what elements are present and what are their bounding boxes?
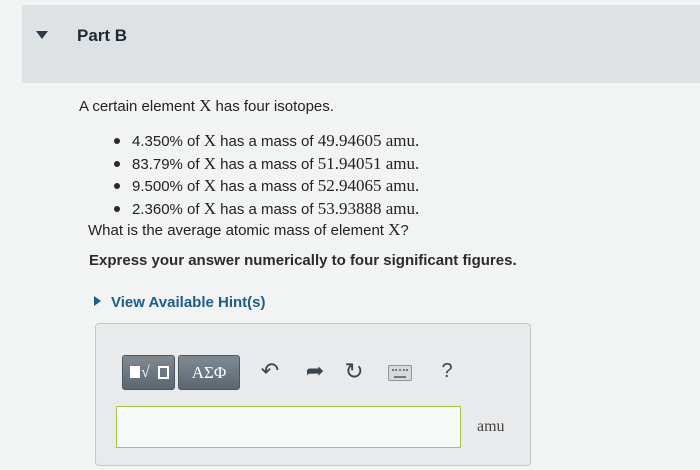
answer-instruction: Express your answer numerically to four … bbox=[89, 252, 517, 269]
list-item: 83.79% of X has a mass of 51.94051 amu. bbox=[114, 154, 419, 177]
view-hints-link[interactable]: View Available Hint(s) bbox=[94, 294, 266, 311]
collapse-triangle-icon[interactable] bbox=[36, 31, 48, 39]
expand-arrow-icon bbox=[94, 296, 101, 306]
answer-panel: √ ΑΣΦ ↶ ➦ ↻ ? amu bbox=[95, 323, 531, 466]
sqrt-icon: √ bbox=[141, 364, 150, 381]
list-item: 9.500% of X has a mass of 52.94065 amu. bbox=[114, 176, 419, 199]
reset-icon[interactable]: ↻ bbox=[340, 357, 368, 385]
part-title: Part B bbox=[77, 26, 128, 45]
bullet-icon bbox=[114, 160, 120, 167]
template-box-icon bbox=[130, 366, 140, 378]
bullet-icon bbox=[114, 138, 120, 144]
bullet-icon bbox=[114, 183, 120, 189]
undo-icon[interactable]: ↶ bbox=[256, 357, 284, 385]
answer-input[interactable] bbox=[116, 406, 461, 448]
list-item: 4.350% of X has a mass of 49.94605 amu. bbox=[114, 131, 419, 154]
problem-intro: A certain element X has four isotopes. bbox=[79, 96, 334, 115]
unit-label: amu bbox=[477, 418, 505, 435]
redo-icon[interactable]: ➦ bbox=[301, 357, 329, 385]
isotope-list: 4.350% of X has a mass of 49.94605 amu. … bbox=[114, 131, 419, 221]
symbols-button[interactable]: ΑΣΦ bbox=[178, 355, 240, 390]
keyboard-icon[interactable] bbox=[388, 365, 412, 381]
question-text: What is the average atomic mass of eleme… bbox=[88, 220, 409, 239]
template-empty-box-icon bbox=[158, 366, 169, 379]
list-item: 2.360% of X has a mass of 53.93888 amu. bbox=[114, 199, 419, 222]
help-button[interactable]: ? bbox=[433, 357, 461, 385]
templates-button[interactable]: √ bbox=[122, 355, 175, 390]
bullet-icon bbox=[114, 205, 120, 212]
